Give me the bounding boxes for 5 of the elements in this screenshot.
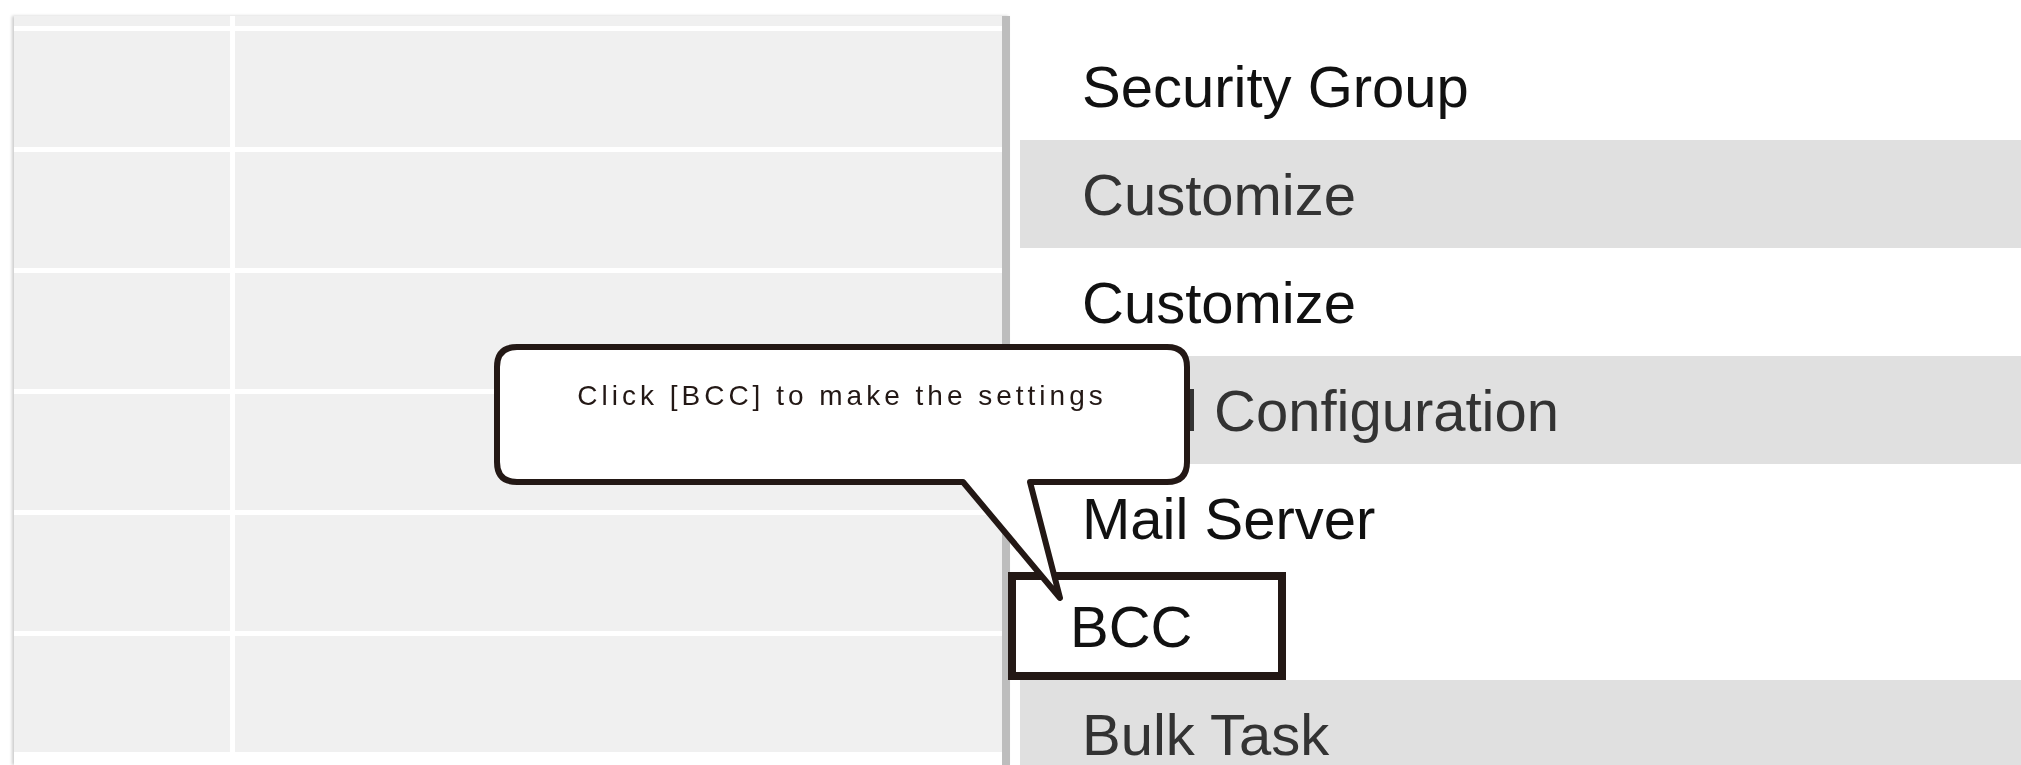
menu-header: Customize xyxy=(1020,140,2021,248)
menu-item[interactable]: BCC xyxy=(1008,572,1286,680)
menu-item[interactable]: Security Group xyxy=(1020,32,2021,140)
menu-header: Bulk Task xyxy=(1020,680,2021,765)
menu-item[interactable]: Customize xyxy=(1020,248,2021,356)
